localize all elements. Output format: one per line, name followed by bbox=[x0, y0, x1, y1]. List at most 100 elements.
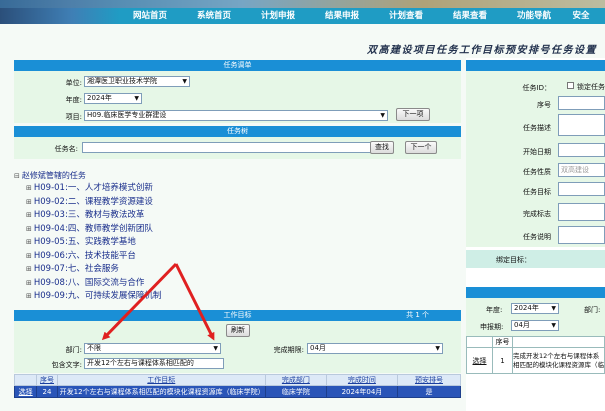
bind-year-label: 年度: bbox=[486, 306, 503, 314]
work-goals-filter-panel: 刷新 部门: 不限 ▼ 完成期限: 04月 ▼ 包含文字: 开发12个左右与课程体系… bbox=[14, 321, 461, 373]
nav-item-security[interactable]: 安全 bbox=[566, 9, 596, 21]
tree-item[interactable]: ⊞ H09-09:九、可持续发展保障机制 bbox=[14, 290, 454, 304]
deadline-select-value: 04月 bbox=[310, 344, 326, 352]
tree-item-label: H09-06:六、技术技能平台 bbox=[33, 250, 136, 261]
start-date-label: 开始日期 bbox=[523, 148, 551, 156]
cell-goal-text: 完成开发12个左右与课程体系相匹配的模块化课程资源库（临床学院） bbox=[513, 351, 604, 369]
nav-item-system-home[interactable]: 系统首页 bbox=[182, 9, 246, 21]
column-header-dept[interactable]: 完成部门 bbox=[264, 374, 327, 386]
task-list-header: 任务调单 bbox=[14, 60, 461, 71]
tree-root-label: 赵修斌管辖的任务 bbox=[21, 171, 86, 180]
tree-item[interactable]: ⊞ H09-06:六、技术技能平台 bbox=[14, 250, 454, 264]
tree-item-label: H09-01:一、人才培养模式创新 bbox=[33, 183, 153, 193]
nav-item-function-nav[interactable]: 功能导航 bbox=[502, 9, 566, 21]
expand-icon[interactable]: ⊞ bbox=[26, 252, 32, 260]
nav-item-result-declare[interactable]: 结果申报 bbox=[310, 9, 374, 21]
note-label: 任务说明 bbox=[523, 233, 551, 241]
desc-input[interactable] bbox=[558, 114, 605, 136]
chevron-down-icon: ▼ bbox=[551, 305, 556, 312]
collapse-icon[interactable]: ⊟ bbox=[14, 172, 20, 180]
nav-item-plan-declare[interactable]: 计划申报 bbox=[246, 9, 310, 21]
unit-label: 单位: bbox=[65, 79, 82, 87]
tree-item[interactable]: ⊞ H09-02:二、课程教学资源建设 bbox=[14, 196, 454, 210]
search-button[interactable]: 查找 bbox=[370, 141, 394, 154]
tree-root[interactable]: ⊟ 赵修斌管辖的任务 bbox=[14, 170, 454, 182]
chevron-down-icon: ▼ bbox=[182, 78, 187, 85]
tree-item-label: H09-09:九、可持续发展保障机制 bbox=[33, 291, 162, 301]
table-row[interactable]: 选择 1 完成开发12个左右与课程体系相匹配的模块化课程资源库（临床学院） bbox=[466, 347, 605, 374]
bind-period-select[interactable]: 04月 ▼ bbox=[511, 320, 559, 331]
tree-item[interactable]: ⊞ H09-05:五、实践教学基地 bbox=[14, 236, 454, 250]
task-tree-search-panel: 任务名: 查找 下一个 bbox=[14, 137, 461, 159]
next-button[interactable]: 下一个 bbox=[405, 141, 437, 154]
dept-select[interactable]: 不限 ▼ bbox=[84, 343, 221, 354]
select-link[interactable]: 选择 bbox=[466, 347, 493, 374]
column-header-blank bbox=[466, 336, 493, 348]
expand-icon[interactable]: ⊞ bbox=[26, 198, 32, 206]
chevron-down-icon: ▼ bbox=[213, 345, 218, 352]
done-input[interactable] bbox=[558, 203, 605, 221]
task-list-panel: 单位: 湘潭医卫职业技术学院 ▼ 年度: 2024年 ▼ 项目: H09.临床医学专… bbox=[14, 71, 461, 123]
nav-item-plan-view[interactable]: 计划查看 bbox=[374, 9, 438, 21]
cell-seq: 1 bbox=[492, 347, 513, 374]
nature-input[interactable]: 双高建设 bbox=[558, 163, 605, 177]
deadline-select[interactable]: 04月 ▼ bbox=[307, 343, 443, 354]
unit-select[interactable]: 湘潭医卫职业技术学院 ▼ bbox=[84, 76, 190, 87]
start-date-input[interactable] bbox=[558, 143, 605, 157]
chevron-down-icon: ▼ bbox=[551, 322, 556, 329]
goal-input[interactable] bbox=[558, 182, 605, 196]
tree-item[interactable]: ⊞ H09-08:八、国际交流与合作 bbox=[14, 277, 454, 291]
lock-task-checkbox[interactable] bbox=[567, 82, 574, 89]
tree-item-label: H09-07:七、社会服务 bbox=[33, 264, 119, 274]
nav-menu: 网站首页 系统首页 计划申报 结果申报 计划查看 结果查看 功能导航 安全 bbox=[118, 9, 596, 21]
project-select-value: H09.临床医学专业群建设 bbox=[87, 111, 167, 119]
note-input[interactable] bbox=[558, 226, 605, 244]
refresh-button[interactable]: 刷新 bbox=[226, 324, 250, 337]
column-header-prearranged[interactable]: 预安排号 bbox=[396, 374, 462, 386]
expand-icon[interactable]: ⊞ bbox=[26, 238, 32, 246]
expand-icon[interactable]: ⊞ bbox=[26, 225, 32, 233]
cell-time: 2024年04月 bbox=[325, 385, 398, 398]
nav-item-home[interactable]: 网站首页 bbox=[118, 9, 182, 21]
project-select[interactable]: H09.临床医学专业群建设 ▼ bbox=[84, 110, 388, 121]
work-goals-count: 共 1 个 bbox=[406, 311, 429, 319]
work-goals-table: 序号 工作目标 完成部门 完成时间 预安排号 选择 24 开发12个左右与课程体… bbox=[13, 374, 462, 398]
nav-item-result-view[interactable]: 结果查看 bbox=[438, 9, 502, 21]
column-header-goal[interactable]: 工作目标 bbox=[56, 374, 266, 386]
tree-item-label: H09-02:二、课程教学资源建设 bbox=[33, 196, 153, 207]
contains-input[interactable]: 开发12个左右与课程体系相匹配的 bbox=[84, 358, 224, 369]
seq-input[interactable] bbox=[558, 96, 605, 110]
bind-goal-table: 序号 选择 1 完成开发12个左右与课程体系相匹配的模块化课程资源库（临床学院） bbox=[466, 336, 605, 374]
expand-icon[interactable]: ⊞ bbox=[26, 184, 32, 192]
expand-icon[interactable]: ⊞ bbox=[26, 265, 32, 273]
tree-item[interactable]: ⊞ H09-04:四、教师教学创新团队 bbox=[14, 223, 454, 237]
next-project-button[interactable]: 下一项 bbox=[396, 108, 430, 121]
expand-icon[interactable]: ⊞ bbox=[26, 211, 32, 219]
task-name-input[interactable] bbox=[82, 142, 378, 153]
table-header-row: 序号 bbox=[466, 336, 605, 348]
detail-header bbox=[466, 60, 605, 71]
column-header-seq[interactable]: 序号 bbox=[36, 374, 58, 386]
year-select[interactable]: 2024年 ▼ bbox=[84, 93, 142, 104]
column-header-time[interactable]: 完成时间 bbox=[325, 374, 398, 386]
expand-icon[interactable]: ⊞ bbox=[26, 292, 32, 300]
chevron-down-icon: ▼ bbox=[380, 112, 385, 119]
chevron-down-icon: ▼ bbox=[435, 345, 440, 352]
cell-dept: 临床学院 bbox=[264, 385, 327, 398]
tree-item[interactable]: ⊞ H09-07:七、社会服务 bbox=[14, 263, 454, 277]
done-label: 完成标志 bbox=[523, 210, 551, 218]
table-header-row: 序号 工作目标 完成部门 完成时间 预安排号 bbox=[13, 374, 462, 386]
nature-label: 任务性质 bbox=[523, 168, 551, 176]
dept-select-value: 不限 bbox=[87, 344, 101, 352]
bind-year-select[interactable]: 2024年 ▼ bbox=[511, 303, 559, 314]
bind-goal-label: 绑定目标： bbox=[496, 256, 531, 264]
column-header-select[interactable] bbox=[13, 374, 38, 386]
tree-item[interactable]: ⊞ H09-03:三、教材与教法改革 bbox=[14, 209, 454, 223]
expand-icon[interactable]: ⊞ bbox=[26, 279, 32, 287]
tree-item[interactable]: ⊞ H09-01:一、人才培养模式创新 bbox=[14, 182, 454, 196]
bind-period-value: 04月 bbox=[514, 321, 530, 329]
cell-prearranged: 是 bbox=[396, 385, 462, 398]
select-link[interactable]: 选择 bbox=[13, 385, 38, 398]
cell-goal: 完成开发12个左右与课程体系相匹配的模块化课程资源库（临床学院） bbox=[512, 347, 605, 374]
table-row[interactable]: 选择 24 开发12个左右与课程体系相匹配的模块化课程资源库（临床学院） 临床学… bbox=[13, 385, 462, 398]
